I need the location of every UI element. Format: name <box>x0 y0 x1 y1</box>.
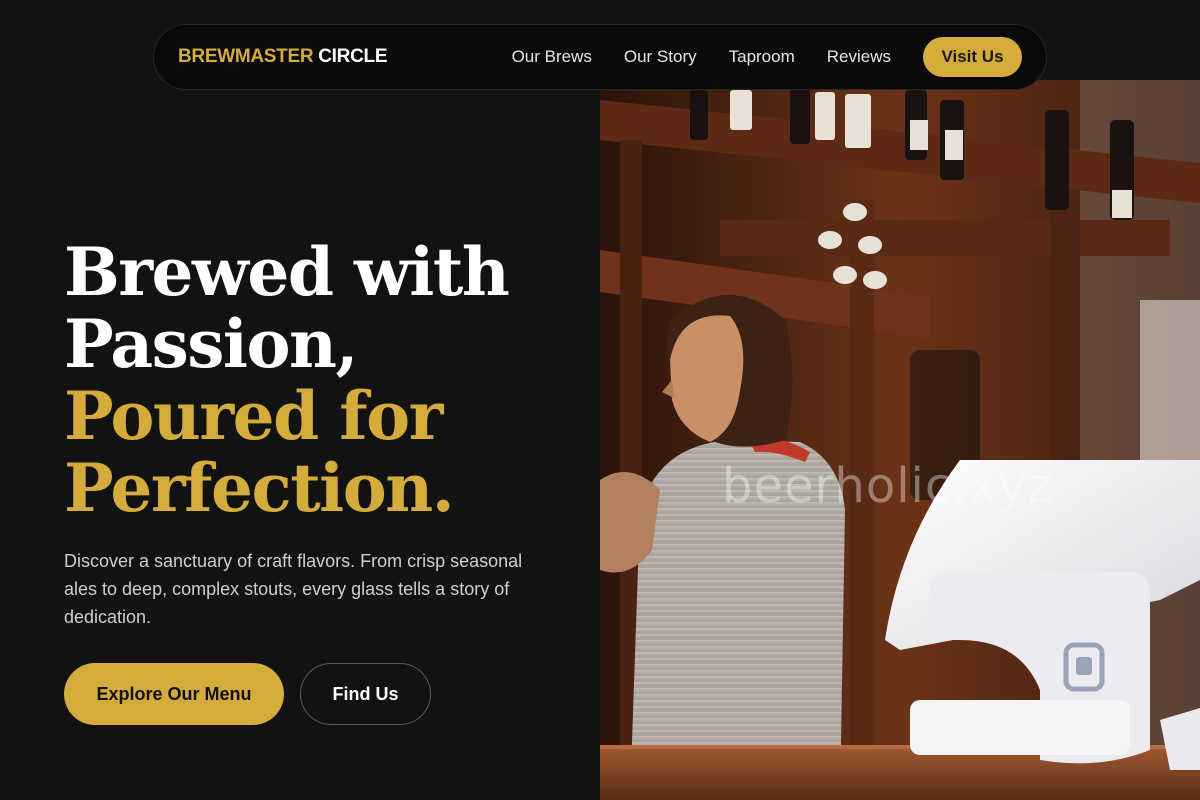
headline-line-3: Poured for <box>64 377 443 455</box>
explore-menu-button[interactable]: Explore Our Menu <box>64 663 284 725</box>
headline-line-2: Passion, <box>64 305 359 383</box>
brand-name-part1: BREWMASTER <box>178 46 314 67</box>
nav-link-our-brews[interactable]: Our Brews <box>512 47 592 67</box>
visit-us-button[interactable]: Visit Us <box>923 37 1022 77</box>
nav-link-reviews[interactable]: Reviews <box>827 47 891 67</box>
nav-links: Our Brews Our Story Taproom Reviews Visi… <box>512 37 1022 77</box>
brand-name-part2: CIRCLE <box>318 46 388 67</box>
hero-image <box>600 80 1200 800</box>
nav-link-taproom[interactable]: Taproom <box>729 47 795 67</box>
find-us-button[interactable]: Find Us <box>300 663 431 725</box>
hero-description: Discover a sanctuary of craft flavors. F… <box>64 551 523 627</box>
headline-line-1: Brewed with <box>64 233 510 311</box>
top-navbar: BREWMASTER CIRCLE Our Brews Our Story Ta… <box>153 24 1047 90</box>
brand-logo[interactable]: BREWMASTER CIRCLE <box>178 46 387 68</box>
headline-line-4: Perfection. <box>64 449 455 527</box>
hero-headline: Brewed with Passion, Poured for Perfecti… <box>64 236 584 524</box>
nav-link-our-story[interactable]: Our Story <box>624 47 697 67</box>
landing-page: beerholic.xyz BREWMASTER CIRCLE Our Brew… <box>0 0 1200 800</box>
